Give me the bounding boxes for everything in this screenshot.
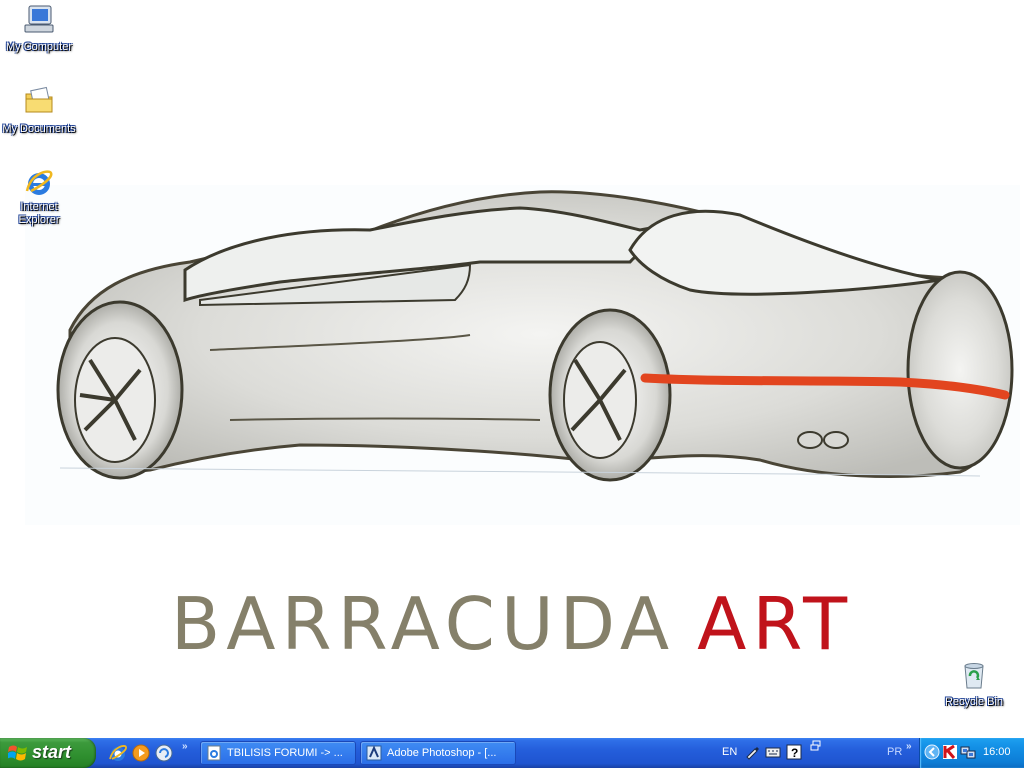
task-button-tbilisis-forumi[interactable]: TBILISIS FORUMI -> ...	[200, 741, 356, 765]
photoshop-icon	[366, 745, 382, 761]
wallpaper-brand-title: BARRACUDA ART	[0, 588, 1024, 660]
internet-explorer-label-line2: Explorer	[18, 214, 60, 226]
language-bar-keyboard-icon[interactable]	[765, 744, 781, 760]
my-documents-label: My Documents	[2, 123, 76, 135]
internet-explorer-label: Internet Explorer	[18, 201, 61, 227]
desktop-icon-recycle-bin[interactable]: Recycle Bin	[936, 658, 1012, 710]
task-button-adobe-photoshop[interactable]: Adobe Photoshop - [...	[360, 741, 516, 765]
quick-launch-media-player-icon[interactable]	[131, 743, 151, 763]
language-bar-pen-icon[interactable]	[744, 744, 760, 760]
language-indicator[interactable]: EN	[722, 746, 737, 758]
show-hidden-icons-button[interactable]	[924, 744, 940, 760]
toolbar-label: PR	[887, 746, 903, 758]
language-bar-help-icon[interactable]: ?	[786, 744, 802, 760]
quick-launch-internet-explorer-icon[interactable]	[108, 743, 128, 763]
my-computer-label: My Computer	[5, 41, 73, 53]
quick-launch-more-icon[interactable]: »	[182, 741, 188, 752]
desktop-icon-internet-explorer[interactable]: Internet Explorer	[1, 167, 77, 228]
internet-explorer-label-line1: Internet	[20, 201, 58, 213]
brand-word-art: ART	[697, 582, 854, 666]
network-connection-icon[interactable]	[960, 744, 976, 760]
recycle-bin-icon	[964, 663, 984, 689]
desktop: BARRACUDA ART My Computer My Documents In…	[0, 0, 1024, 738]
desktop-icon-my-computer[interactable]: My Computer	[1, 3, 77, 55]
windows-logo-icon	[8, 745, 27, 761]
kaspersky-antivirus-icon[interactable]	[942, 744, 958, 760]
my-computer-icon	[24, 5, 54, 33]
notification-area: 16:00	[919, 738, 1024, 768]
task-label-tbilisis-forumi: TBILISIS FORUMI -> ...	[227, 747, 343, 759]
system-clock[interactable]: 16:00	[983, 746, 1011, 758]
start-label: start	[32, 742, 72, 762]
toolbar-more-icon[interactable]: »	[906, 741, 912, 752]
my-documents-icon	[25, 86, 53, 113]
svg-text:?: ?	[791, 746, 798, 760]
taskbar: start » TBILISIS FORUMI -> ... Adobe Pho…	[0, 738, 1024, 768]
recycle-bin-label: Recycle Bin	[944, 696, 1004, 708]
desktop-icon-my-documents[interactable]: My Documents	[1, 85, 77, 137]
start-button[interactable]: start	[0, 738, 96, 768]
quick-launch-show-desktop-icon[interactable]	[154, 743, 174, 763]
task-label-adobe-photoshop: Adobe Photoshop - [...	[387, 747, 497, 759]
internet-explorer-icon	[25, 170, 53, 195]
ie-page-icon	[207, 745, 221, 761]
brand-word-barracuda: BARRACUDA	[170, 582, 676, 666]
language-bar-restore-icon[interactable]	[810, 740, 822, 752]
